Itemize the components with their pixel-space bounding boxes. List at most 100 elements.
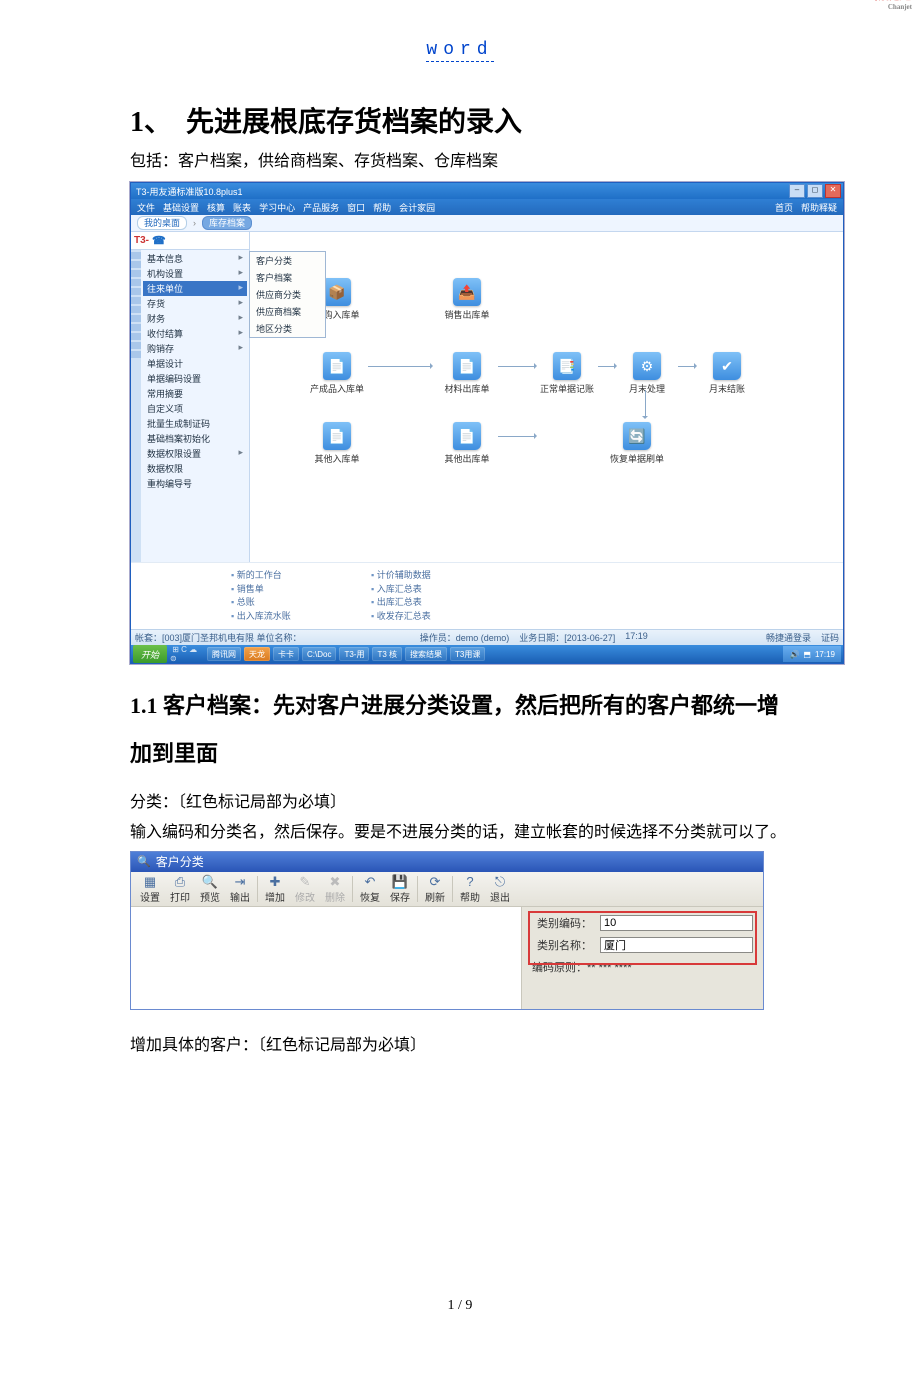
sidebar-item[interactable]: 自定义项	[143, 401, 247, 416]
submenu-item[interactable]: 地区分类	[250, 320, 325, 337]
node-material-out[interactable]: 📄材料出库单	[440, 352, 494, 395]
menu-learning[interactable]: 学习中心	[259, 201, 295, 214]
toolbar-separator	[452, 876, 453, 902]
taskbar-item[interactable]: T3 核	[372, 647, 402, 661]
settings-button[interactable]: ▦设置	[135, 873, 165, 905]
taskbar-item[interactable]: 搜索结果	[405, 647, 447, 661]
taskbar-item[interactable]: T3-用	[339, 647, 369, 661]
taskbar-item[interactable]: 腾讯网	[207, 647, 241, 661]
sidebar-item[interactable]: 收付结算▸	[143, 326, 247, 341]
link-workbench[interactable]: 新的工作台	[231, 569, 331, 583]
category-tree-panel[interactable]	[131, 907, 522, 1009]
node-product-in[interactable]: 📄产成品入库单	[310, 352, 364, 395]
flow-arrow-icon	[678, 366, 696, 367]
sidebar-item[interactable]: 存货▸	[143, 296, 247, 311]
link-cost-aux[interactable]: 计价辅助数据	[371, 569, 471, 583]
menu-help-link[interactable]: 帮助释疑	[801, 201, 837, 214]
submenu-item[interactable]: 供应商分类	[250, 286, 325, 303]
flow-arrow-down-icon	[645, 390, 646, 418]
breadcrumb-sep-icon	[193, 218, 196, 228]
status-login-link[interactable]: 畅捷通登录	[766, 631, 811, 644]
undo-button[interactable]: ↶恢复	[355, 873, 385, 905]
exit-icon: ⎋	[495, 874, 505, 889]
node-normal-posting[interactable]: 📑正常单据记账	[540, 352, 594, 395]
status-code-link[interactable]: 证码	[821, 631, 839, 644]
sidebar-item[interactable]: 批量生成制证码	[143, 416, 247, 431]
submenu-item[interactable]: 客户档案	[250, 269, 325, 286]
sidebar-item[interactable]: 单据编码设置	[143, 371, 247, 386]
node-restore-doc[interactable]: 🔄恢复单据刷单	[610, 422, 664, 465]
add-icon: ✚	[270, 874, 281, 889]
menu-product-service[interactable]: 产品服务	[303, 201, 339, 214]
breadcrumb-bar: 我的桌面 库存档案 畅捷通 Chanjet	[131, 215, 843, 232]
node-month-process[interactable]: ⚙月末处理	[620, 352, 674, 395]
link-in-summary[interactable]: 入库汇总表	[371, 583, 471, 597]
add-button[interactable]: ✚增加	[260, 873, 290, 905]
taskbar-item[interactable]: C:\Doc	[302, 647, 336, 661]
flow-arrow-icon	[598, 366, 616, 367]
menu-homepage-link[interactable]: 首页	[775, 201, 793, 214]
link-rsf-summary[interactable]: 收发存汇总表	[371, 610, 471, 624]
sidebar-item[interactable]: 基础档案初始化	[143, 431, 247, 446]
submenu-popup: 客户分类客户档案供应商分类供应商档案地区分类	[249, 251, 326, 338]
refresh-button[interactable]: ⟳刷新	[420, 873, 450, 905]
menu-home[interactable]: 会计家园	[399, 201, 435, 214]
start-button[interactable]: 开始	[133, 645, 167, 663]
node-month-close[interactable]: ✔月末结账	[700, 352, 754, 395]
toolbar-separator	[352, 876, 353, 902]
maximize-button[interactable]: ◻	[807, 184, 823, 198]
sidebar-item[interactable]: 购销存▸	[143, 341, 247, 356]
print-icon: ⎙	[175, 874, 185, 889]
exit-button[interactable]: ⎋退出	[485, 873, 515, 905]
node-other-in[interactable]: 📄其他入库单	[310, 422, 364, 465]
tray-time: 17:19	[815, 650, 835, 659]
sidebar-item[interactable]: 常用摘要	[143, 386, 247, 401]
link-out-summary[interactable]: 出库汇总表	[371, 596, 471, 610]
taskbar-item[interactable]: T3用课	[450, 647, 485, 661]
customer-class-dialog: 🔍 客户分类 ▦设置⎙打印🔍预览⇥输出✚增加✎修改✖删除↶恢复💾保存⟳刷新?帮助…	[130, 851, 764, 1010]
menu-file[interactable]: 文件	[137, 201, 155, 214]
sidebar-item[interactable]: 数据权限设置▸	[143, 446, 247, 461]
link-inout-journal[interactable]: 出入库流水账	[231, 610, 331, 624]
menu-window[interactable]: 窗口	[347, 201, 365, 214]
preview-button[interactable]: 🔍预览	[195, 873, 225, 905]
print-button[interactable]: ⎙打印	[165, 873, 195, 905]
flow-arrow-icon	[498, 436, 536, 437]
breadcrumb-current[interactable]: 库存档案	[202, 216, 252, 230]
help-button[interactable]: ?帮助	[455, 873, 485, 905]
minimize-button[interactable]: –	[789, 184, 805, 198]
system-tray[interactable]: 🔊 ⬒ 17:19	[783, 646, 841, 662]
taskbar-item[interactable]: 天龙	[244, 647, 270, 661]
sidebar-item[interactable]: 单据设计	[143, 356, 247, 371]
save-button[interactable]: 💾保存	[385, 873, 415, 905]
paragraph-input-note: 输入编码和分类名，然后保存。要是不进展分类的话，建立帐套的时候选择不分类就可以了…	[130, 821, 790, 845]
submenu-item[interactable]: 客户分类	[250, 252, 325, 269]
sidebar-item[interactable]: 往来单位▸	[143, 281, 247, 296]
taskbar-item[interactable]: 卡卡	[273, 647, 299, 661]
menu-base-settings[interactable]: 基础设置	[163, 201, 199, 214]
sidebar-item[interactable]: 数据权限	[143, 461, 247, 476]
name-input[interactable]	[600, 937, 753, 953]
output-button[interactable]: ⇥输出	[225, 873, 255, 905]
status-date: 业务日期：[2013-06-27]	[519, 631, 615, 644]
sidebar-item[interactable]: 机构设置▸	[143, 266, 247, 281]
workflow-canvas: 📦采购入库单 📤销售出库单 📄产成品入库单 📄材料出库单 📑正常单据记账 ⚙月末…	[250, 232, 843, 562]
sidebar-item[interactable]: 基本信息▸	[143, 251, 247, 266]
menu-accounting[interactable]: 核算	[207, 201, 225, 214]
link-sales-order[interactable]: 销售单	[231, 583, 331, 597]
close-button[interactable]: ✕	[825, 184, 841, 198]
status-account: 帐套：[003]厦门圣邦机电有限 单位名称：	[135, 631, 302, 644]
submenu-item[interactable]: 供应商档案	[250, 303, 325, 320]
paragraph-classify: 分类：〔红色标记局部为必填〕	[130, 791, 790, 815]
sidebar-item[interactable]: 重构编导号	[143, 476, 247, 491]
menu-reports[interactable]: 账表	[233, 201, 251, 214]
breadcrumb-home[interactable]: 我的桌面	[137, 216, 187, 230]
node-sales-out[interactable]: 📤销售出库单	[440, 278, 494, 321]
code-input[interactable]	[600, 915, 753, 931]
node-other-out[interactable]: 📄其他出库单	[440, 422, 494, 465]
sidebar-item[interactable]: 财务▸	[143, 311, 247, 326]
tray-icon: 🔊	[789, 650, 799, 659]
link-general-ledger[interactable]: 总账	[231, 596, 331, 610]
menu-help[interactable]: 帮助	[373, 201, 391, 214]
status-operator: 操作员：demo (demo)	[420, 631, 510, 644]
